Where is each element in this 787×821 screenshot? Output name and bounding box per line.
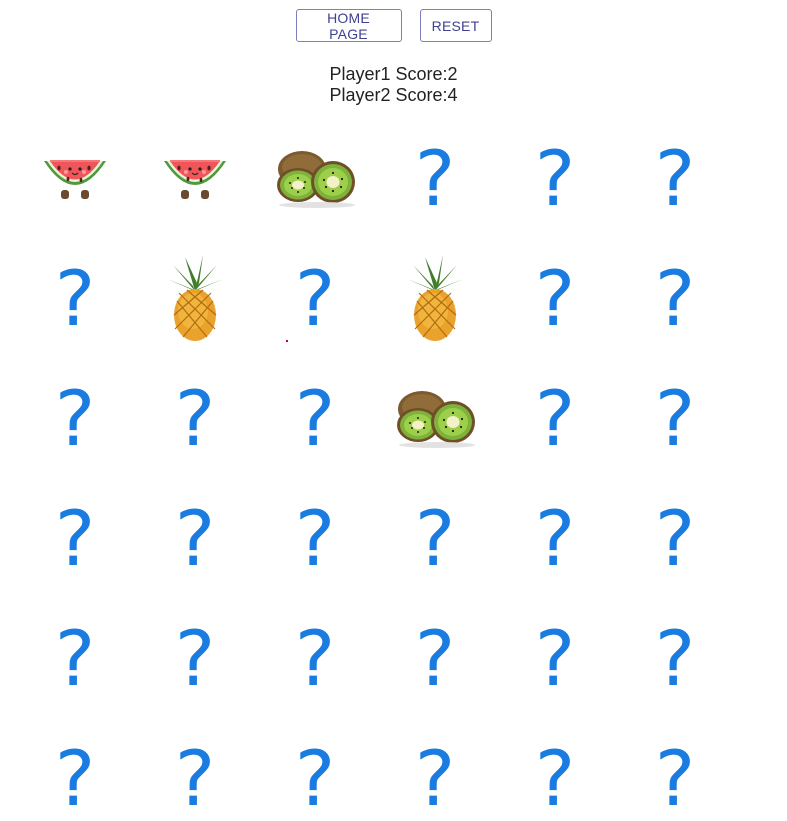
player1-score: Player1 Score:2	[329, 64, 458, 84]
card-revealed-pineapple[interactable]	[135, 238, 255, 358]
card-hidden[interactable]: ?	[135, 598, 255, 718]
home-page-button[interactable]: HOME PAGE	[295, 9, 402, 42]
card-hidden[interactable]: ?	[135, 478, 255, 598]
pineapple-icon	[403, 253, 467, 343]
card-hidden[interactable]: ?	[615, 718, 735, 821]
card-hidden[interactable]: ?	[135, 718, 255, 821]
card-revealed-watermelon[interactable]	[15, 118, 135, 238]
question-mark-icon: ?	[174, 494, 216, 583]
pineapple-icon	[163, 253, 227, 343]
player2-score: Player2 Score:4	[329, 85, 458, 105]
scoreboard: Player1 Score:2 Player2 Score:4	[0, 64, 787, 106]
card-hidden[interactable]: ?	[15, 598, 135, 718]
question-mark-icon: ?	[654, 374, 696, 463]
card-revealed-kiwi[interactable]	[375, 358, 495, 478]
watermelon-icon	[161, 153, 229, 203]
card-hidden[interactable]: ?	[15, 718, 135, 821]
question-mark-icon: ?	[414, 494, 456, 583]
card-hidden[interactable]: ?	[15, 478, 135, 598]
card-hidden[interactable]: ?	[615, 358, 735, 478]
question-mark-icon: ?	[174, 614, 216, 703]
card-hidden[interactable]: ?	[615, 118, 735, 238]
reset-button[interactable]: RESET	[419, 9, 492, 42]
card-revealed-watermelon[interactable]	[135, 118, 255, 238]
card-hidden[interactable]: ?	[495, 598, 615, 718]
card-hidden[interactable]: ?	[375, 478, 495, 598]
stray-pixel	[286, 340, 288, 342]
card-hidden[interactable]: ?	[615, 598, 735, 718]
question-mark-icon: ?	[414, 614, 456, 703]
card-hidden[interactable]: ?	[255, 478, 375, 598]
kiwi-icon	[272, 147, 358, 209]
question-mark-icon: ?	[174, 734, 216, 821]
memory-game-page: HOME PAGE RESET Player1 Score:2 Player2 …	[0, 0, 787, 821]
card-hidden[interactable]: ?	[255, 598, 375, 718]
card-hidden[interactable]: ?	[255, 718, 375, 821]
card-hidden[interactable]: ?	[495, 358, 615, 478]
card-hidden[interactable]: ?	[255, 238, 375, 358]
question-mark-icon: ?	[294, 254, 336, 343]
question-mark-icon: ?	[654, 134, 696, 223]
question-mark-icon: ?	[654, 734, 696, 821]
question-mark-icon: ?	[654, 254, 696, 343]
question-mark-icon: ?	[534, 134, 576, 223]
question-mark-icon: ?	[534, 614, 576, 703]
card-hidden[interactable]: ?	[495, 478, 615, 598]
question-mark-icon: ?	[654, 614, 696, 703]
question-mark-icon: ?	[54, 374, 96, 463]
card-hidden[interactable]: ?	[495, 718, 615, 821]
question-mark-icon: ?	[534, 494, 576, 583]
question-mark-icon: ?	[294, 374, 336, 463]
card-hidden[interactable]: ?	[615, 238, 735, 358]
card-hidden[interactable]: ?	[615, 478, 735, 598]
card-hidden[interactable]: ?	[495, 118, 615, 238]
kiwi-icon	[392, 387, 478, 449]
question-mark-icon: ?	[414, 134, 456, 223]
card-hidden[interactable]: ?	[15, 238, 135, 358]
question-mark-icon: ?	[534, 254, 576, 343]
card-hidden[interactable]: ?	[375, 118, 495, 238]
card-revealed-pineapple[interactable]	[375, 238, 495, 358]
card-hidden[interactable]: ?	[135, 358, 255, 478]
card-grid: ???? ? ? ? ? ? ? ? ? ? ? ? ? ? ? ? ? ? ?…	[15, 118, 735, 821]
question-mark-icon: ?	[54, 494, 96, 583]
question-mark-icon: ?	[54, 614, 96, 703]
question-mark-icon: ?	[54, 254, 96, 343]
question-mark-icon: ?	[534, 374, 576, 463]
card-hidden[interactable]: ?	[375, 718, 495, 821]
question-mark-icon: ?	[294, 614, 336, 703]
question-mark-icon: ?	[294, 734, 336, 821]
question-mark-icon: ?	[414, 734, 456, 821]
question-mark-icon: ?	[54, 734, 96, 821]
controls-bar: HOME PAGE RESET	[0, 9, 787, 42]
question-mark-icon: ?	[654, 494, 696, 583]
question-mark-icon: ?	[534, 734, 576, 821]
question-mark-icon: ?	[174, 374, 216, 463]
question-mark-icon: ?	[294, 494, 336, 583]
card-revealed-kiwi[interactable]	[255, 118, 375, 238]
card-hidden[interactable]: ?	[375, 598, 495, 718]
card-hidden[interactable]: ?	[495, 238, 615, 358]
watermelon-icon	[41, 153, 109, 203]
card-hidden[interactable]: ?	[15, 358, 135, 478]
card-hidden[interactable]: ?	[255, 358, 375, 478]
